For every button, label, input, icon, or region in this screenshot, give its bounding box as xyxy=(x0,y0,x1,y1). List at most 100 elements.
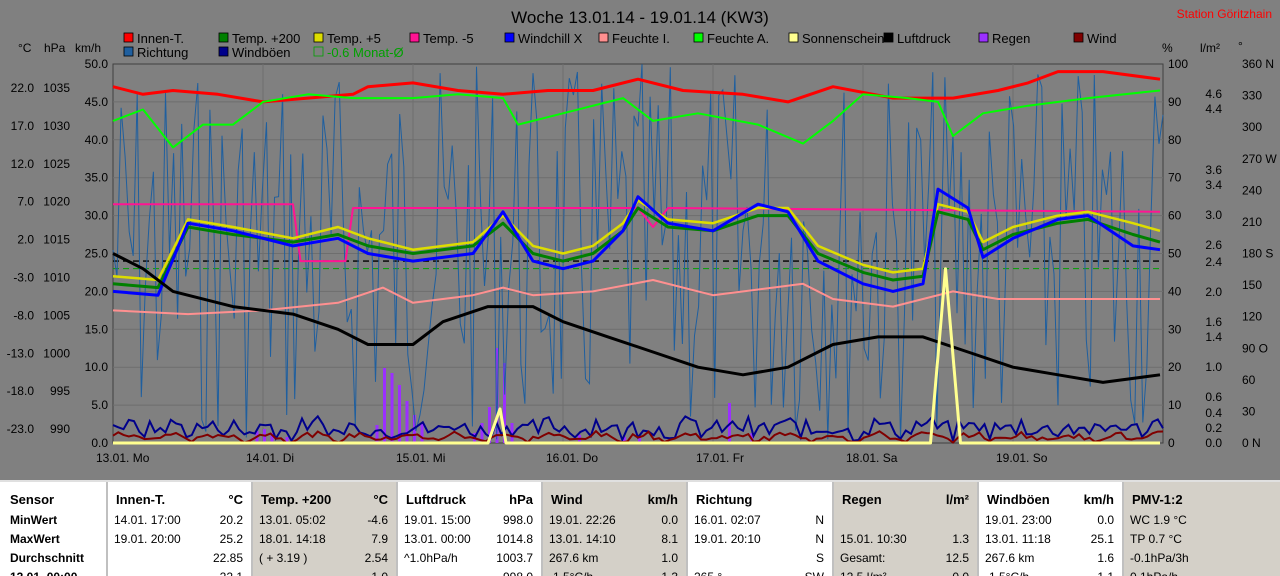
column-name: Wind xyxy=(551,492,583,507)
wind-tick: 15.0 xyxy=(85,322,109,336)
temp-tick: -13.0 xyxy=(7,346,35,360)
stats-cell-row: 19.01. 20:10 N xyxy=(694,530,824,549)
cell-when: 0.1hPa/h xyxy=(1130,568,1178,576)
stats-cell-row: 15.01. 10:30 1.3 xyxy=(840,530,969,549)
cell-value: SW xyxy=(805,568,824,576)
hum-unit-label: % xyxy=(1162,41,1173,55)
temp-tick: 22.0 xyxy=(11,81,35,95)
stats-column-1: Temp. +200 °C 13.01. 05:02 -4.6 18.01. 14:18… xyxy=(253,482,396,576)
temp-tick: -8.0 xyxy=(13,308,34,322)
stats-cell-row: 13.01. 11:18 25.1 xyxy=(985,530,1114,549)
cell-value: 25.1 xyxy=(1090,532,1114,546)
cell-when: WC 1.9 °C xyxy=(1130,513,1187,527)
rain-tick: 3.6 xyxy=(1205,163,1222,177)
column-name: Richtung xyxy=(696,492,753,507)
column-unit: °C xyxy=(373,492,388,507)
rain-tick: 2.0 xyxy=(1205,285,1222,299)
temp-unit-label: °C xyxy=(18,41,32,55)
legend-swatch xyxy=(218,32,229,43)
stats-cell-row: 265 ° SW xyxy=(694,568,824,576)
cell-when: Gesamt: xyxy=(840,551,886,565)
cell-value: 22.85 xyxy=(212,551,243,565)
stats-cell-row: 19.01. 22:26 0.0 xyxy=(549,511,678,530)
rain-bar xyxy=(405,401,409,443)
cell-value: 1.6 xyxy=(1097,551,1114,565)
stats-cell-row: 1.0 xyxy=(259,568,388,576)
stats-column-header: Regen l/m² xyxy=(842,490,969,509)
rain-tick: 2.4 xyxy=(1205,255,1222,269)
cell-when: -1.5°C/h xyxy=(985,568,1029,576)
rain-tick: 2.6 xyxy=(1205,238,1222,252)
legend-swatch xyxy=(218,46,229,57)
rain-tick: 0.0 xyxy=(1205,436,1222,450)
stats-cell-row: TP 0.7 °C xyxy=(1130,530,1272,549)
stats-cell-row: -1.5°C/h 1.3 xyxy=(549,568,678,576)
legend-swatch xyxy=(123,32,134,43)
rain-tick: 1.4 xyxy=(1205,330,1222,344)
day-tick: 15.01. Mi xyxy=(396,451,445,465)
dir-tick: 360 N xyxy=(1242,57,1274,71)
stats-column-header: Luftdruck hPa xyxy=(406,490,533,509)
cell-value: 1.0 xyxy=(371,568,388,576)
stats-column-5: Regen l/m² 15.01. 10:30 1.3 Gesamt: 12.5 12.5 … xyxy=(834,482,977,576)
stats-column-6: Windböen km/h 19.01. 23:00 0.0 13.01. 11:18 2… xyxy=(979,482,1122,576)
temp-tick: 2.0 xyxy=(17,233,34,247)
cell-value: 1.0 xyxy=(661,551,678,565)
cell-value: 0.0 xyxy=(952,568,969,576)
wind-tick: 45.0 xyxy=(85,95,109,109)
stats-cell-row: 13.01. 00:00 1014.8 xyxy=(404,530,533,549)
stats-cell-row: 19.01. 20:00 25.2 xyxy=(114,530,243,549)
stats-cell-row: 13.01. 05:02 -4.6 xyxy=(259,511,388,530)
legend-swatch xyxy=(693,32,704,43)
cell-value: 0.0 xyxy=(661,513,678,527)
stats-cell-row: 18.01. 14:18 7.9 xyxy=(259,530,388,549)
temp-tick: -23.0 xyxy=(7,422,35,436)
stats-cell-row: -1.5°C/h 1.1 xyxy=(985,568,1114,576)
hum-tick: 40 xyxy=(1168,284,1182,298)
cell-value: 1.3 xyxy=(952,532,969,546)
dir-tick: 30 xyxy=(1242,404,1256,418)
press-tick: 1005 xyxy=(43,308,70,322)
rain-tick: 3.4 xyxy=(1205,178,1222,192)
dir-tick: 180 S xyxy=(1242,247,1273,261)
press-tick: 1020 xyxy=(43,195,70,209)
cell-when: 13.01. 14:10 xyxy=(549,532,616,546)
stats-cell-row xyxy=(840,511,969,530)
wind-tick: 20.0 xyxy=(85,284,109,298)
stats-cell-row: 13.01. 14:10 8.1 xyxy=(549,530,678,549)
column-name: Regen xyxy=(842,492,882,507)
cell-when: 15.01. 10:30 xyxy=(840,532,907,546)
stats-cell-row: 19.01. 23:00 0.0 xyxy=(985,511,1114,530)
wind-tick: 5.0 xyxy=(91,398,108,412)
station-name: Station Göritzhain xyxy=(1177,7,1272,21)
column-unit: km/h xyxy=(647,492,678,507)
stats-column-7: PMV-1:2 WC 1.9 °C TP 0.7 °C -0.1hPa/3h 0.1hP… xyxy=(1124,482,1280,576)
press-tick: 1030 xyxy=(43,119,70,133)
legend-swatch xyxy=(313,32,324,43)
cell-value: 25.2 xyxy=(219,532,243,546)
press-tick: 1025 xyxy=(43,157,70,171)
wind-tick: 30.0 xyxy=(85,209,109,223)
cell-value: 22.1 xyxy=(220,568,243,576)
legend-label: Regen xyxy=(992,31,1030,46)
legend-label: Temp. +5 xyxy=(327,31,381,46)
legend-label: Feuchte A. xyxy=(707,31,769,46)
stats-column-2: Luftdruck hPa 19.01. 15:00 998.0 13.01. 00:0… xyxy=(398,482,541,576)
wind-tick: 40.0 xyxy=(85,133,109,147)
stats-cell-row: 998.0 xyxy=(404,568,533,576)
minwert-label: MinWert xyxy=(10,513,58,527)
legend-label: -0.6 Monat-Ø xyxy=(327,45,404,60)
stats-cell-row: 267.6 km 1.0 xyxy=(549,549,678,568)
day-tick: 14.01. Di xyxy=(246,451,294,465)
stats-cell-row: 0.1hPa/h xyxy=(1130,568,1272,576)
cell-when: 267.6 km xyxy=(985,551,1035,565)
stats-column-header: Wind km/h xyxy=(551,490,678,509)
cell-value: 2.54 xyxy=(364,551,388,565)
cell-when: 14.01. 17:00 xyxy=(114,513,181,527)
cell-when: 12.5 l/m² xyxy=(840,568,887,576)
stats-cell-row: 12.5 l/m² 0.0 xyxy=(840,568,969,576)
stats-cell-row: 267.6 km 1.6 xyxy=(985,549,1114,568)
column-unit: °C xyxy=(228,492,243,507)
dir-tick: 0 N xyxy=(1242,436,1261,450)
cell-when: 19.01. 15:00 xyxy=(404,513,471,527)
